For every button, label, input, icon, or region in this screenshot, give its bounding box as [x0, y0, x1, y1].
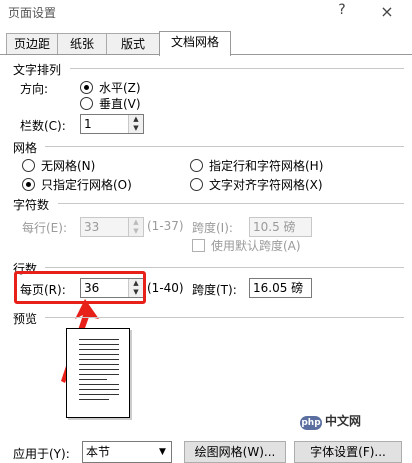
spin-down-icon[interactable]: ▼ — [129, 227, 143, 236]
section-title-characters: 字符数 — [13, 198, 50, 212]
radio-horizontal-label: 水平(Z) — [99, 81, 141, 95]
watermark: php 中文网 — [300, 412, 361, 430]
tab-strip: 页边距 纸张 版式 文档网格 — [0, 31, 412, 56]
tab-document-grid[interactable]: 文档网格 — [159, 31, 231, 56]
draw-grid-button[interactable]: 绘图网格(W)... — [184, 441, 286, 463]
chars-per-line-label: 每行(E): — [22, 221, 67, 235]
chevron-down-icon[interactable]: ▼ — [154, 442, 171, 462]
chars-per-line-range: (1-37) — [147, 219, 184, 233]
columns-label: 栏数(C): — [20, 119, 66, 133]
radio-vertical-label: 垂直(V) — [99, 97, 141, 111]
radio-line-grid-only-circle[interactable] — [22, 178, 35, 191]
divider — [70, 68, 404, 69]
use-default-pitch-checkbox[interactable]: 使用默认跨度(A) — [192, 237, 301, 254]
section-title-preview: 预览 — [13, 312, 38, 326]
char-pitch-label: 跨度(I): — [192, 221, 233, 235]
apply-to-label: 应用于(Y): — [13, 447, 70, 461]
apply-to-select[interactable]: 本节 ▼ — [82, 441, 172, 463]
line-pitch-value[interactable]: 16.05 磅 — [250, 279, 311, 297]
char-pitch-spinner[interactable]: 10.5 磅 — [249, 217, 312, 237]
radio-horizontal[interactable]: 水平(Z) — [80, 79, 141, 96]
chars-spin-arrows[interactable]: ▲ ▼ — [128, 218, 143, 236]
spin-up-icon[interactable]: ▲ — [129, 218, 143, 227]
radio-vertical-circle[interactable] — [80, 97, 93, 110]
divider — [45, 267, 404, 268]
use-default-pitch-label: 使用默认跨度(A) — [211, 239, 301, 253]
radio-no-grid-label: 无网格(N) — [41, 159, 96, 173]
tab-paper[interactable]: 纸张 — [57, 33, 107, 55]
divider — [45, 317, 404, 318]
watermark-text: 中文网 — [325, 414, 362, 428]
font-settings-button[interactable]: 字体设置(F)... — [294, 441, 402, 463]
close-button[interactable]: × — [378, 2, 396, 21]
page-preview — [66, 328, 130, 418]
radio-vertical[interactable]: 垂直(V) — [80, 95, 141, 112]
line-pitch-spinner[interactable]: 16.05 磅 — [249, 278, 312, 298]
spin-up-icon[interactable]: ▲ — [129, 115, 143, 124]
apply-to-value[interactable]: 本节 — [83, 442, 154, 462]
radio-snap-to-char-grid-circle[interactable] — [190, 178, 203, 191]
radio-horizontal-circle[interactable] — [80, 81, 93, 94]
direction-label: 方向: — [20, 82, 49, 96]
chars-per-line-spinner[interactable]: 33 ▲ ▼ — [80, 217, 144, 237]
divider — [58, 203, 404, 204]
help-button[interactable]: ? — [334, 2, 350, 20]
char-pitch-value[interactable]: 10.5 磅 — [250, 218, 311, 236]
columns-spinner[interactable]: 1 ▲ ▼ — [80, 114, 144, 134]
line-pitch-label: 跨度(T): — [192, 283, 237, 297]
use-default-pitch-box[interactable] — [192, 239, 205, 252]
spin-down-icon[interactable]: ▼ — [129, 124, 143, 133]
columns-spin-arrows[interactable]: ▲ ▼ — [128, 115, 143, 133]
radio-line-and-char-grid-circle[interactable] — [190, 159, 203, 172]
tab-margins[interactable]: 页边距 — [6, 33, 58, 55]
radio-line-grid-only-label: 只指定行网格(O) — [41, 178, 132, 192]
columns-value[interactable]: 1 — [81, 115, 128, 133]
radio-line-and-char-grid-label: 指定行和字符网格(H) — [209, 159, 324, 173]
section-title-text-direction: 文字排列 — [13, 63, 62, 77]
dialog-title: 页面设置 — [8, 6, 57, 20]
radio-no-grid[interactable]: 无网格(N) — [22, 157, 95, 174]
tab-layout[interactable]: 版式 — [106, 33, 160, 55]
chars-per-line-value[interactable]: 33 — [81, 218, 128, 236]
divider — [45, 146, 404, 147]
radio-snap-to-char-grid-label: 文字对齐字符网格(X) — [209, 178, 323, 192]
radio-line-and-char-grid[interactable]: 指定行和字符网格(H) — [190, 157, 323, 174]
radio-no-grid-circle[interactable] — [22, 159, 35, 172]
lines-per-page-range: (1-40) — [147, 281, 184, 295]
radio-snap-to-char-grid[interactable]: 文字对齐字符网格(X) — [190, 176, 323, 193]
radio-line-grid-only[interactable]: 只指定行网格(O) — [22, 176, 132, 193]
php-logo-icon: php — [300, 416, 322, 430]
section-title-grid: 网格 — [13, 141, 38, 155]
